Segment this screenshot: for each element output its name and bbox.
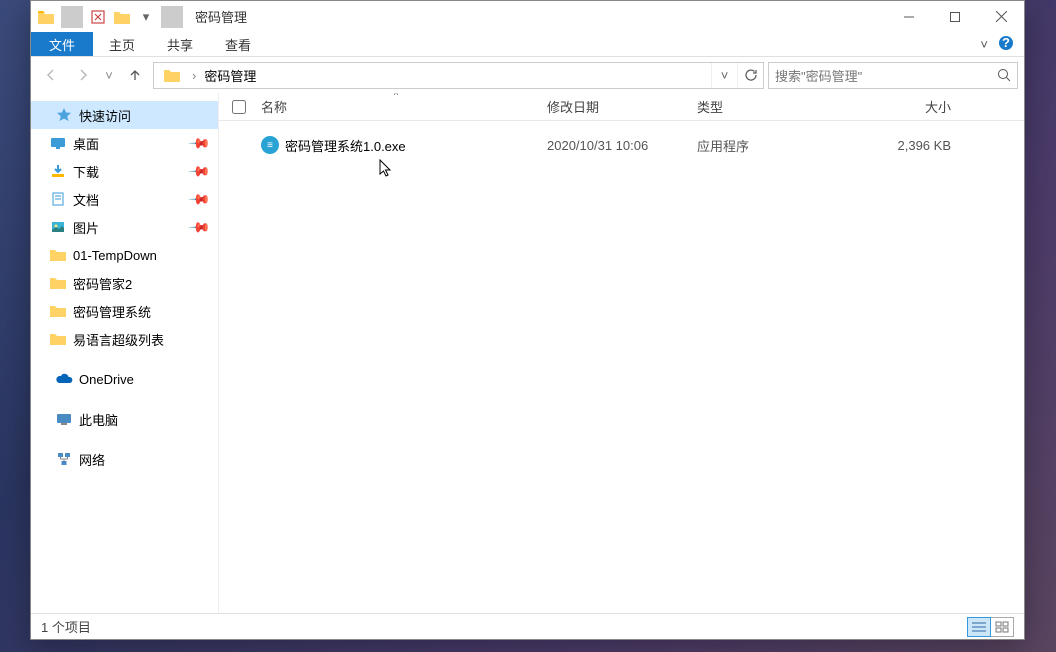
breadcrumb-item[interactable]: 密码管理 <box>198 63 262 88</box>
file-list-pane: 名称˄ 修改日期 类型 大小 ≡ 密码管理系统1.0.exe 2020/10/3… <box>219 93 1024 613</box>
cursor-icon <box>379 159 393 184</box>
sidebar-network[interactable]: 网络 <box>31 445 218 473</box>
breadcrumb-bar[interactable]: › 密码管理 ˅ <box>153 62 764 89</box>
explorer-window: ▾ 密码管理 文件 主页 共享 查看 ˅ ? ˅ <box>30 0 1025 640</box>
sidebar-item-label: 密码管理系统 <box>73 302 151 321</box>
sidebar-item-folder[interactable]: 易语言超级列表 <box>31 325 218 353</box>
sidebar-item-label: 网络 <box>79 450 105 469</box>
sidebar-item-pictures[interactable]: 图片 📌 <box>31 213 218 241</box>
sidebar-onedrive[interactable]: OneDrive <box>31 365 218 393</box>
address-dropdown-button[interactable]: ˅ <box>711 63 737 88</box>
maximize-button[interactable] <box>932 1 978 32</box>
desktop-icon <box>49 134 67 152</box>
status-bar: 1 个项目 <box>31 613 1024 639</box>
window-icon <box>35 6 57 28</box>
file-row[interactable]: ≡ 密码管理系统1.0.exe 2020/10/31 10:06 应用程序 2,… <box>219 131 1024 159</box>
ribbon-tab-home[interactable]: 主页 <box>93 32 151 56</box>
view-details-button[interactable] <box>967 617 991 637</box>
refresh-button[interactable] <box>737 63 763 88</box>
search-input[interactable]: 搜索"密码管理" <box>768 62 1018 89</box>
minimize-button[interactable] <box>886 1 932 32</box>
sidebar-item-label: 快速访问 <box>79 106 131 125</box>
network-icon <box>55 450 73 468</box>
column-header-date[interactable]: 修改日期 <box>539 93 689 120</box>
folder-icon <box>49 302 67 320</box>
sidebar-item-label: 01-TempDown <box>73 248 157 263</box>
search-icon <box>997 68 1011 82</box>
window-title: 密码管理 <box>189 7 886 26</box>
pin-icon: 📌 <box>187 215 211 239</box>
pin-icon: 📌 <box>187 187 211 211</box>
sidebar-item-folder[interactable]: 01-TempDown <box>31 241 218 269</box>
documents-icon <box>49 190 67 208</box>
file-name: 密码管理系统1.0.exe <box>285 136 406 155</box>
pin-icon: 📌 <box>187 131 211 155</box>
sidebar-item-downloads[interactable]: 下载 📌 <box>31 157 218 185</box>
sidebar-item-label: 易语言超级列表 <box>73 330 164 349</box>
sidebar-item-folder[interactable]: 密码管理系统 <box>31 297 218 325</box>
file-type: 应用程序 <box>689 136 839 155</box>
column-header-size[interactable]: 大小 <box>839 93 959 120</box>
ribbon-file[interactable]: 文件 <box>31 32 93 56</box>
sidebar-item-documents[interactable]: 文档 📌 <box>31 185 218 213</box>
file-rows: ≡ 密码管理系统1.0.exe 2020/10/31 10:06 应用程序 2,… <box>219 121 1024 613</box>
sidebar-item-label: 密码管家2 <box>73 274 132 293</box>
qat-newfolder-icon[interactable] <box>111 6 133 28</box>
thispc-icon <box>55 410 73 428</box>
qat-overflow-icon[interactable]: ▾ <box>135 6 157 28</box>
ribbon-expand-icon[interactable]: ˅ <box>980 37 988 52</box>
onedrive-icon <box>55 370 73 388</box>
file-date: 2020/10/31 10:06 <box>539 138 689 153</box>
file-size: 2,396 KB <box>839 138 959 153</box>
ribbon-tab-view[interactable]: 查看 <box>209 32 267 56</box>
column-header-type[interactable]: 类型 <box>689 93 839 120</box>
svg-text:?: ? <box>1002 35 1010 50</box>
select-all-checkbox[interactable] <box>232 100 246 114</box>
folder-icon <box>49 274 67 292</box>
column-headers: 名称˄ 修改日期 类型 大小 <box>219 93 1024 121</box>
help-icon[interactable]: ? <box>998 35 1014 54</box>
nav-history-button[interactable]: ˅ <box>101 61 117 89</box>
sort-indicator-icon: ˄ <box>394 93 399 98</box>
view-icons-button[interactable] <box>990 617 1014 637</box>
nav-pane: 快速访问 桌面 📌 下载 📌 文档 📌 图片 📌 <box>31 93 219 613</box>
sidebar-item-label: 图片 <box>73 218 99 237</box>
sidebar-item-folder[interactable]: 密码管家2 <box>31 269 218 297</box>
nav-forward-button[interactable] <box>69 61 97 89</box>
exe-icon: ≡ <box>261 136 279 154</box>
sidebar-item-label: OneDrive <box>79 372 134 387</box>
address-bar: ˅ › 密码管理 ˅ 搜索"密码管理" <box>31 57 1024 93</box>
sidebar-quick-access[interactable]: 快速访问 <box>31 101 218 129</box>
search-placeholder: 搜索"密码管理" <box>775 66 862 85</box>
sidebar-item-label: 下载 <box>73 162 99 181</box>
sidebar-thispc[interactable]: 此电脑 <box>31 405 218 433</box>
column-header-name[interactable]: 名称˄ <box>253 93 539 120</box>
star-icon <box>55 106 73 124</box>
ribbon-tab-share[interactable]: 共享 <box>151 32 209 56</box>
sidebar-item-desktop[interactable]: 桌面 📌 <box>31 129 218 157</box>
nav-back-button[interactable] <box>37 61 65 89</box>
downloads-icon <box>49 162 67 180</box>
pin-icon: 📌 <box>187 159 211 183</box>
folder-icon <box>49 246 67 264</box>
sidebar-item-label: 文档 <box>73 190 99 209</box>
qat-properties-icon[interactable] <box>87 6 109 28</box>
close-button[interactable] <box>978 1 1024 32</box>
ribbon-tabs: 文件 主页 共享 查看 ˅ ? <box>31 32 1024 57</box>
breadcrumb-root-icon[interactable] <box>158 63 186 88</box>
status-text: 1 个项目 <box>41 617 91 636</box>
sidebar-item-label: 此电脑 <box>79 410 118 429</box>
folder-icon <box>49 330 67 348</box>
sidebar-item-label: 桌面 <box>73 134 99 153</box>
pictures-icon <box>49 218 67 236</box>
breadcrumb-sep-icon: › <box>190 68 198 83</box>
title-bar: ▾ 密码管理 <box>31 1 1024 32</box>
nav-up-button[interactable] <box>121 61 149 89</box>
